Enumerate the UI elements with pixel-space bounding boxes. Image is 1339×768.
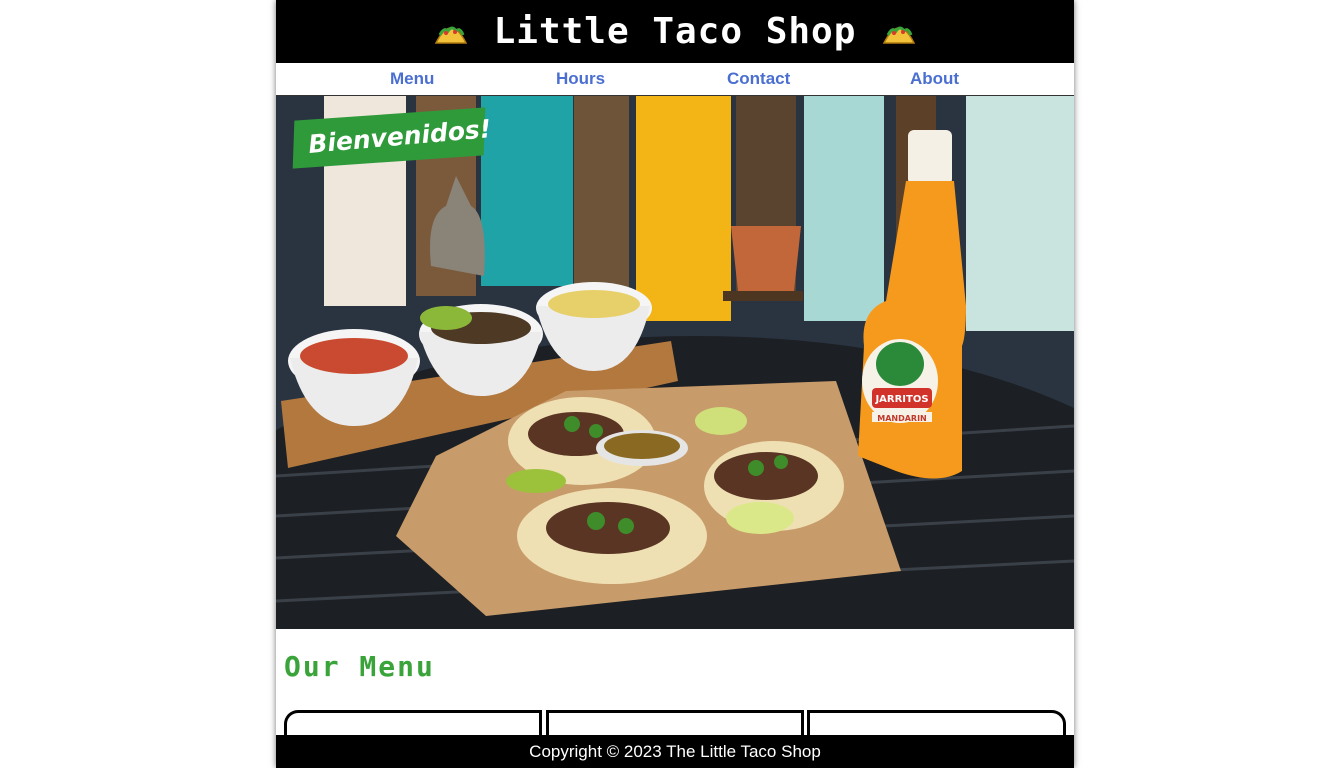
site-title: Little Taco Shop [493, 11, 857, 52]
nav-link-menu[interactable]: Menu [390, 69, 434, 89]
main-nav: Menu Hours Contact About [276, 63, 1074, 96]
hero-photo: JARRITOS MANDARIN [276, 96, 1074, 629]
section-title-menu: Our Menu [284, 650, 435, 683]
nav-link-contact[interactable]: Contact [727, 69, 790, 89]
taco-icon [883, 26, 916, 44]
svg-text:MANDARIN: MANDARIN [877, 414, 927, 423]
copyright-text: Copyright © 2023 The Little Taco Shop [529, 741, 821, 761]
svg-text:JARRITOS: JARRITOS [874, 394, 928, 405]
taco-icon [434, 26, 467, 44]
hero-image: JARRITOS MANDARIN Bienvenidos! [276, 96, 1074, 629]
site-footer: Copyright © 2023 The Little Taco Shop [276, 735, 1074, 768]
nav-link-hours[interactable]: Hours [556, 69, 605, 89]
site-header: Little Taco Shop [276, 0, 1074, 63]
nav-link-about[interactable]: About [910, 69, 959, 89]
page-container: Little Taco Shop Menu Hours Contact Abou… [276, 0, 1074, 768]
